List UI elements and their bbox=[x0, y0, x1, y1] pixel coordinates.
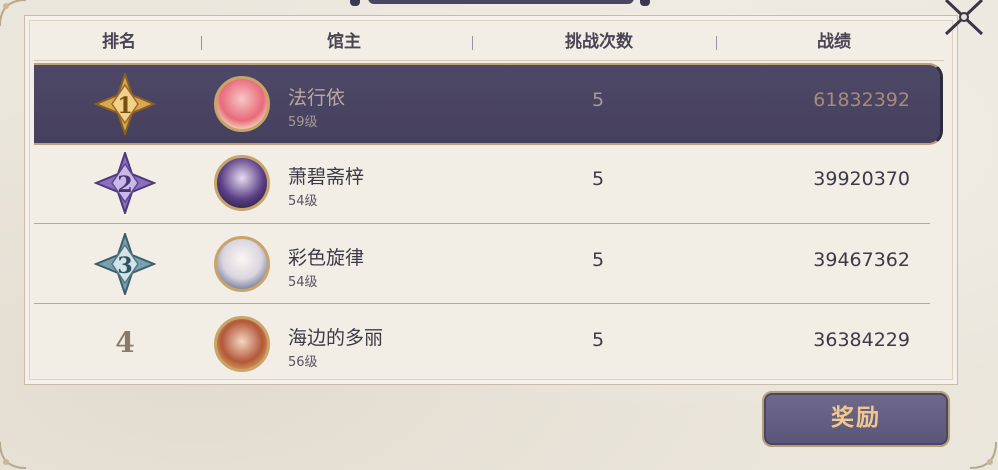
owner-level: 59级 bbox=[288, 115, 318, 130]
row-divider bbox=[34, 223, 930, 224]
reward-button[interactable]: 奖励 bbox=[762, 391, 950, 447]
header-separator bbox=[472, 36, 473, 50]
owner-level: 54级 bbox=[288, 275, 318, 290]
table-row-selected[interactable]: 1 法行依 59级 5 61832392 bbox=[34, 63, 943, 145]
owner-name: 彩色旋律 bbox=[288, 247, 365, 269]
table-row[interactable]: 4 海边的多丽 56级 5 36384229 bbox=[34, 305, 930, 383]
ornament-dot bbox=[350, 0, 360, 6]
close-icon[interactable] bbox=[940, 0, 994, 40]
table-header: 排名 馆主 挑战次数 战绩 bbox=[34, 24, 944, 61]
challenge-count: 5 bbox=[591, 249, 605, 271]
svg-text:1: 1 bbox=[117, 93, 132, 119]
corner-ornament bbox=[0, 441, 27, 469]
table-row[interactable]: 2 萧碧斋梓 54级 5 39920370 bbox=[34, 144, 930, 222]
owner-name: 海边的多丽 bbox=[288, 327, 384, 349]
top-tab-edge bbox=[368, 0, 634, 4]
header-challenges: 挑战次数 bbox=[565, 32, 633, 52]
header-record: 战绩 bbox=[817, 32, 851, 52]
corner-ornament bbox=[969, 441, 997, 469]
row-divider bbox=[34, 303, 930, 304]
record-score: 36384229 bbox=[813, 329, 910, 351]
rank-3-badge: 3 bbox=[94, 233, 156, 295]
challenge-count: 5 bbox=[591, 89, 605, 111]
challenge-count: 5 bbox=[591, 168, 605, 190]
avatar bbox=[214, 236, 270, 292]
ornament-dot bbox=[640, 0, 650, 6]
svg-text:3: 3 bbox=[117, 253, 132, 279]
owner-name: 萧碧斋梓 bbox=[288, 166, 365, 188]
rank-1-badge: 1 bbox=[94, 73, 156, 135]
header-separator bbox=[716, 36, 717, 50]
avatar bbox=[214, 76, 270, 132]
svg-text:2: 2 bbox=[117, 172, 132, 198]
record-score: 61832392 bbox=[813, 89, 910, 111]
record-score: 39920370 bbox=[813, 168, 910, 190]
owner-level: 56级 bbox=[288, 355, 318, 370]
owner-level: 54级 bbox=[288, 194, 318, 209]
rank-2-badge: 2 bbox=[94, 152, 156, 214]
header-owner: 馆主 bbox=[327, 32, 361, 52]
header-rank: 排名 bbox=[102, 32, 136, 52]
record-score: 39467362 bbox=[813, 249, 910, 271]
header-separator bbox=[201, 36, 202, 50]
avatar bbox=[214, 155, 270, 211]
rank-number: 4 bbox=[115, 326, 135, 359]
table-row[interactable]: 3 彩色旋律 54级 5 39467362 bbox=[34, 225, 930, 303]
challenge-count: 5 bbox=[591, 329, 605, 351]
owner-name: 法行依 bbox=[288, 87, 346, 109]
avatar bbox=[214, 316, 270, 372]
